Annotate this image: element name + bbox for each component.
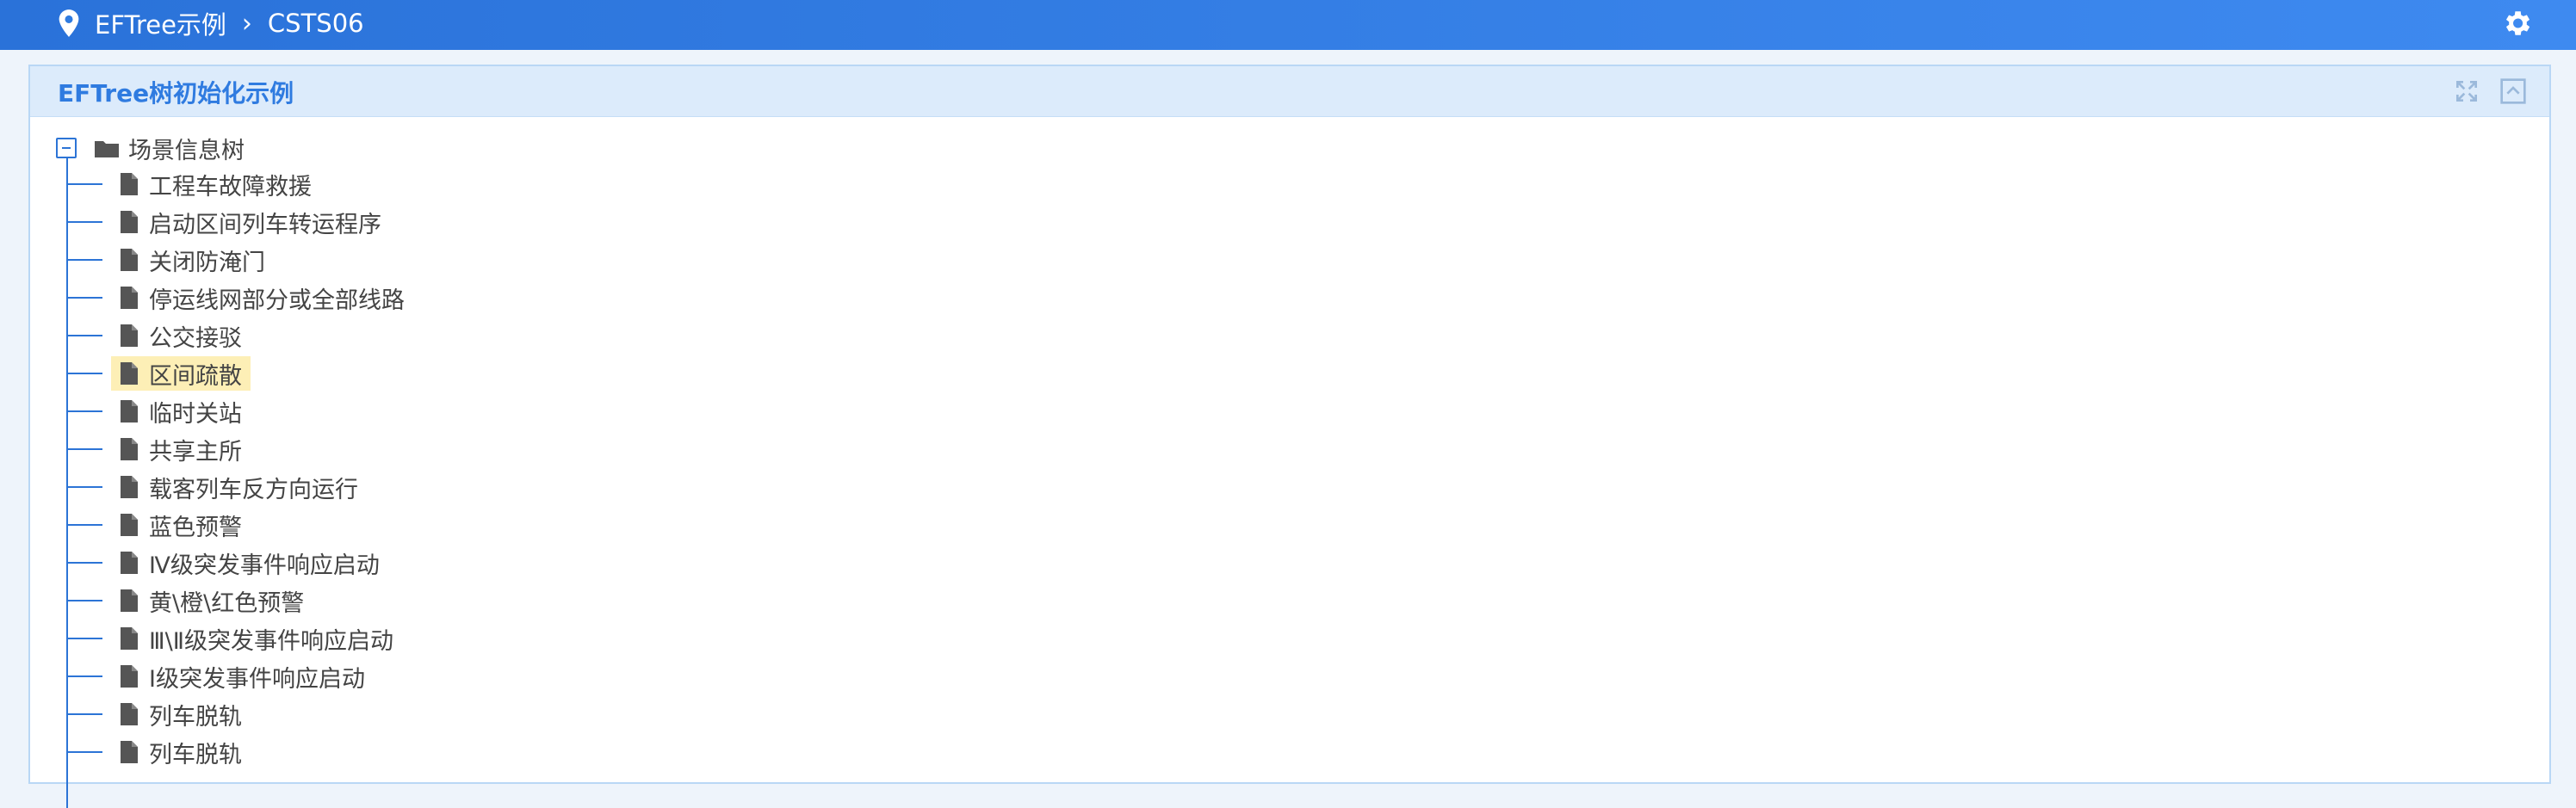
- tree-node[interactable]: 临时关站: [66, 394, 251, 429]
- tree-node-body[interactable]: 公交接驳: [111, 318, 251, 353]
- tree-branch-line: [66, 448, 102, 450]
- tree-node[interactable]: Ⅳ级突发事件响应启动: [66, 546, 388, 580]
- tree-node-body[interactable]: 载客列车反方向运行: [111, 470, 367, 504]
- tree-node-label: Ⅲ\Ⅱ级突发事件响应启动: [149, 627, 394, 655]
- document-icon: [121, 211, 138, 233]
- tree-node-body[interactable]: 黄\橙\红色预警: [111, 583, 313, 618]
- document-icon: [121, 438, 138, 460]
- tree-node[interactable]: 公交接驳: [66, 318, 251, 353]
- chevron-right-icon: ›: [241, 8, 252, 39]
- folder-icon: [95, 141, 119, 157]
- tree-branch-line: [66, 297, 102, 299]
- tree-panel: EFTree树初始化示例 场景信息树 工程车故障救援启动区间列车转运程序 关闭防淹…: [28, 65, 2551, 808]
- document-icon: [121, 703, 138, 725]
- tree-node-label: 临时关站: [149, 400, 242, 428]
- tree-node-label: 列车脱轨: [149, 703, 242, 731]
- collapse-toggle-icon[interactable]: [56, 138, 77, 158]
- tree-node-body[interactable]: 启动区间列车转运程序: [111, 205, 390, 239]
- tree-branch-line: [66, 486, 102, 488]
- tree-branch-line: [66, 373, 102, 374]
- tree-node-label: Ⅰ级突发事件响应启动: [149, 665, 365, 693]
- tree-branch-line: [66, 600, 102, 601]
- breadcrumb: EFTree示例 › CSTS06: [57, 0, 364, 46]
- tree-node-body[interactable]: 蓝色预警: [111, 508, 251, 542]
- tree-node[interactable]: Ⅲ\Ⅱ级突发事件响应启动: [66, 621, 402, 656]
- tree-node[interactable]: 列车脱轨: [66, 697, 251, 731]
- document-icon: [121, 249, 138, 271]
- location-pin-icon: [59, 9, 79, 37]
- tree-node-label: Ⅳ级突发事件响应启动: [149, 552, 380, 579]
- tree-node-body[interactable]: Ⅲ\Ⅱ级突发事件响应启动: [111, 621, 402, 656]
- tree-node-label: 启动区间列车转运程序: [149, 211, 381, 238]
- tree-node[interactable]: 列车脱轨: [66, 735, 251, 769]
- document-icon: [121, 476, 138, 498]
- document-icon: [121, 362, 138, 385]
- breadcrumb-item-csts06: CSTS06: [267, 9, 364, 38]
- tree-node-label: 工程车故障救援: [149, 173, 312, 200]
- document-icon: [121, 324, 138, 347]
- collapse-up-icon[interactable]: [2499, 77, 2527, 105]
- tree-node-body[interactable]: 区间疏散: [111, 356, 251, 391]
- tree-node[interactable]: 区间疏散: [66, 356, 251, 391]
- document-icon: [121, 552, 138, 574]
- tree-node-label: 蓝色预警: [149, 514, 242, 541]
- tree-node-label: 列车脱轨: [149, 741, 242, 768]
- tree-node[interactable]: 共享主所: [66, 432, 251, 466]
- tree-branch-line: [66, 524, 102, 526]
- gear-icon[interactable]: [2500, 7, 2533, 40]
- tree-node[interactable]: 停运线网部分或全部线路: [66, 281, 413, 315]
- tree-node-label: 关闭防淹门: [149, 249, 265, 276]
- tree-node-label: 公交接驳: [149, 324, 242, 352]
- document-icon: [121, 400, 138, 423]
- tree-branch-line: [66, 562, 102, 564]
- panel-tools: [2453, 77, 2527, 105]
- tree-branch-line: [66, 713, 102, 715]
- tree-node-label: 区间疏散: [149, 362, 242, 390]
- tree-node-body[interactable]: Ⅳ级突发事件响应启动: [111, 546, 388, 580]
- tree-branch-line: [66, 221, 102, 223]
- tree-node-body[interactable]: 列车脱轨: [111, 697, 251, 731]
- tree-branch-line: [66, 675, 102, 677]
- tree-branch-line: [66, 751, 102, 753]
- tree-root-label: 场景信息树: [128, 137, 245, 164]
- tree-node-body[interactable]: 临时关站: [111, 394, 251, 429]
- document-icon: [121, 589, 138, 612]
- breadcrumb-item-eftree[interactable]: EFTree示例: [95, 5, 226, 41]
- tree-node[interactable]: 黄\橙\红色预警: [66, 583, 313, 618]
- panel-title: EFTree树初始化示例: [58, 79, 294, 108]
- tree-branch-line: [66, 183, 102, 185]
- tree-node-label: 黄\橙\红色预警: [149, 589, 305, 617]
- scene-tree: 场景信息树 工程车故障救援启动区间列车转运程序 关闭防淹门停运线网部分或全部线路公…: [56, 131, 2518, 808]
- document-icon: [121, 173, 138, 195]
- document-icon: [121, 665, 138, 688]
- tree-branch-line: [66, 259, 102, 261]
- tree-node-body[interactable]: Ⅰ级突发事件响应启动: [111, 659, 374, 694]
- tree-node[interactable]: 工程车故障救援: [66, 167, 320, 201]
- tree-node-body[interactable]: 工程车故障救援: [111, 167, 320, 201]
- tree-node-label: 共享主所: [149, 438, 242, 466]
- document-icon: [121, 514, 138, 536]
- panel-header: EFTree树初始化示例: [30, 66, 2549, 117]
- tree-branch-line: [66, 410, 102, 412]
- tree-node-body[interactable]: 关闭防淹门: [111, 243, 274, 277]
- tree-node-body[interactable]: 停运线网部分或全部线路: [111, 281, 413, 315]
- tree-node-label: 载客列车反方向运行: [149, 476, 358, 503]
- document-icon: [121, 627, 138, 650]
- tree-node[interactable]: 启动区间列车转运程序: [66, 205, 390, 239]
- document-icon: [121, 741, 138, 763]
- tree-branch-line: [66, 638, 102, 639]
- fullscreen-icon[interactable]: [2453, 77, 2480, 105]
- document-icon: [121, 287, 138, 309]
- tree-node-body[interactable]: 共享主所: [111, 432, 251, 466]
- tree-node[interactable]: 关闭防淹门: [66, 243, 274, 277]
- tree-node-body[interactable]: 列车脱轨: [111, 735, 251, 769]
- tree-node-label: 停运线网部分或全部线路: [149, 287, 405, 314]
- tree-root-node[interactable]: 场景信息树: [56, 131, 245, 165]
- tree-node[interactable]: 载客列车反方向运行: [66, 470, 367, 504]
- tree-node[interactable]: Ⅰ级突发事件响应启动: [66, 659, 374, 694]
- top-navigation-bar: EFTree示例 › CSTS06: [0, 0, 2576, 50]
- tree-branch-line: [66, 335, 102, 336]
- tree-node[interactable]: 蓝色预警: [66, 508, 251, 542]
